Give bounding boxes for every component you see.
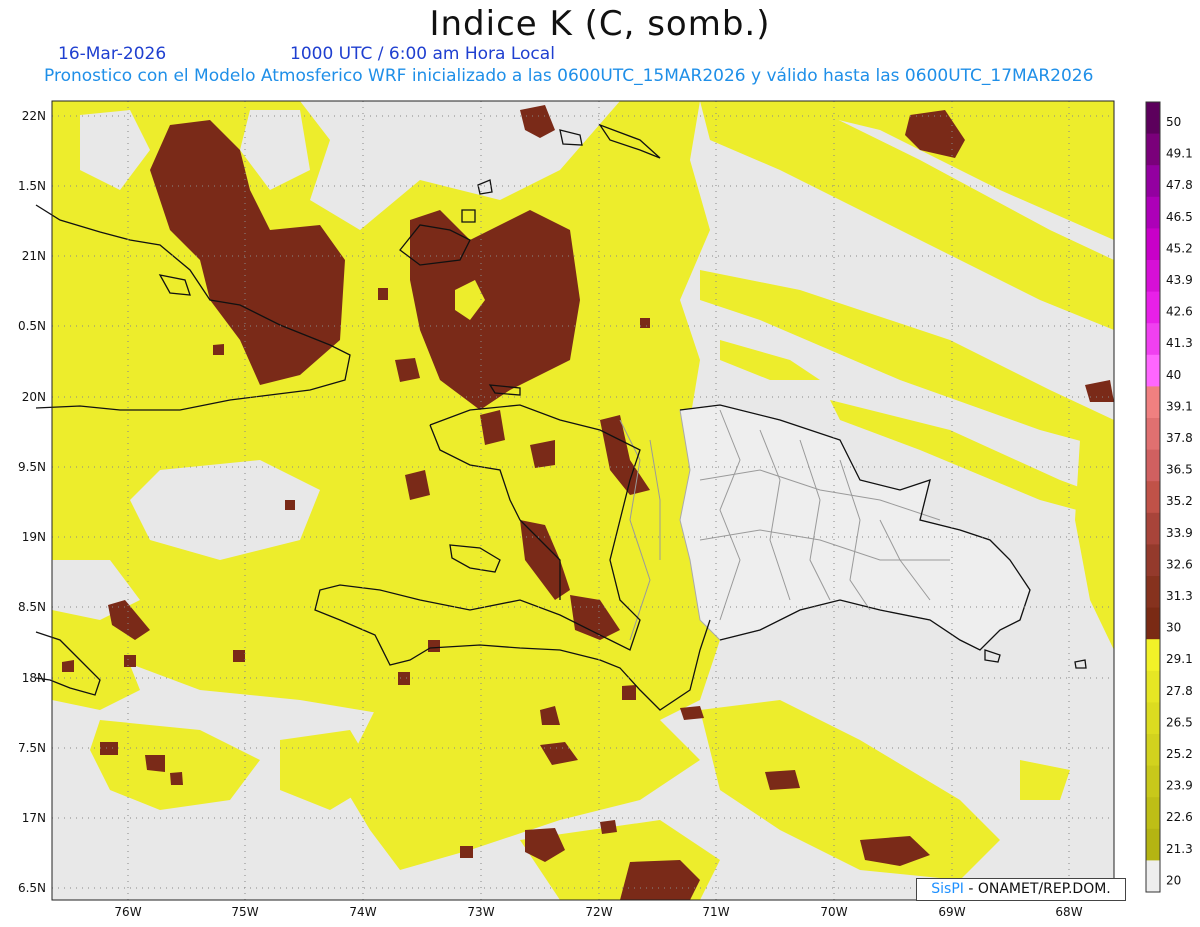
- high-k-core-w5: [233, 650, 245, 662]
- lon-label: 71W: [702, 905, 729, 919]
- legend-swatch: [1146, 102, 1160, 135]
- legend-label: 50: [1166, 115, 1181, 129]
- high-k-core-w6: [124, 655, 136, 667]
- high-k-core-w2: [145, 755, 165, 772]
- legend-label: 46.5: [1166, 210, 1193, 224]
- legend-label: 21.3: [1166, 842, 1193, 856]
- legend-label: 40: [1166, 368, 1181, 382]
- color-legend: 50 49.1 47.8 46.5 45.2 43.9 42.6 41.3 40 39.1 37.8…: [1145, 101, 1193, 893]
- high-k-core-s8: [460, 846, 473, 858]
- legend-label: 23.9: [1166, 779, 1193, 793]
- legend-swatch: [1146, 386, 1160, 419]
- legend-swatch: [1146, 354, 1160, 387]
- lat-label: 22N: [22, 109, 46, 123]
- legend-swatch: [1146, 670, 1160, 703]
- lat-label: 1.5N: [18, 179, 46, 193]
- legend-swatch: [1146, 860, 1160, 893]
- forecast-date: 16-Mar-2026: [58, 44, 167, 64]
- lat-label: 7.5N: [18, 741, 46, 755]
- longitude-labels: 76W 75W 74W 73W 72W 71W 70W 69W 68W: [114, 905, 1082, 919]
- lat-label: 21N: [22, 249, 46, 263]
- map-figure: 22N 1.5N 21N 0.5N 20N 9.5N 19N 8.5N 18N …: [18, 100, 1193, 919]
- lon-label: 72W: [585, 905, 612, 919]
- legend-swatch: [1146, 639, 1160, 672]
- high-k-core-s5: [600, 820, 617, 834]
- forecast-time: 1000 UTC / 6:00 am Hora Local: [290, 44, 555, 64]
- high-k-core-se3: [680, 706, 704, 720]
- legend-swatch: [1146, 828, 1160, 861]
- legend-swatch: [1146, 576, 1160, 609]
- forecast-description: Pronostico con el Modelo Atmosferico WRF…: [44, 66, 1094, 86]
- high-k-core-n2: [378, 288, 388, 300]
- high-k-core-w3: [100, 742, 118, 755]
- legend-label: 20: [1166, 873, 1181, 887]
- legend-label: 26.5: [1166, 715, 1193, 729]
- high-k-core-s7: [398, 672, 410, 685]
- lat-label: 18N: [22, 671, 46, 685]
- high-k-core-s9: [622, 685, 636, 700]
- legend-swatch: [1146, 544, 1160, 577]
- lat-label: 8.5N: [18, 600, 46, 614]
- legend-label: 31.3: [1166, 589, 1193, 603]
- latitude-labels: 22N 1.5N 21N 0.5N 20N 9.5N 19N 8.5N 18N …: [18, 109, 46, 895]
- lat-label: 6.5N: [18, 881, 46, 895]
- legend-swatch: [1146, 418, 1160, 451]
- legend-label: 25.2: [1166, 747, 1193, 761]
- legend-label: 45.2: [1166, 241, 1193, 255]
- lon-label: 75W: [231, 905, 258, 919]
- lat-label: 17N: [22, 811, 46, 825]
- lat-label: 0.5N: [18, 319, 46, 333]
- lon-label: 76W: [114, 905, 141, 919]
- legend-swatch: [1146, 607, 1160, 640]
- legend-label: 36.5: [1166, 463, 1193, 477]
- legend-swatch: [1146, 797, 1160, 830]
- legend-label: 43.9: [1166, 273, 1193, 287]
- legend-swatch: [1146, 702, 1160, 735]
- legend-label: 41.3: [1166, 336, 1193, 350]
- legend-label: 32.6: [1166, 557, 1193, 571]
- high-k-core-w7: [285, 500, 295, 510]
- legend-swatch: [1146, 765, 1160, 798]
- legend-swatch: [1146, 291, 1160, 324]
- high-k-core-n3: [213, 344, 224, 355]
- high-k-core-w8: [62, 660, 74, 672]
- legend-label: 27.8: [1166, 684, 1193, 698]
- legend-label: 37.8: [1166, 431, 1193, 445]
- legend-swatch: [1146, 449, 1160, 482]
- legend-swatch: [1146, 260, 1160, 293]
- lat-label: 19N: [22, 530, 46, 544]
- high-k-core-w4: [170, 772, 183, 785]
- lat-label: 20N: [22, 390, 46, 404]
- map-title: Indice K (C, somb.): [429, 4, 771, 44]
- lat-label: 9.5N: [18, 460, 46, 474]
- legend-swatch: [1146, 512, 1160, 545]
- high-k-core-se2: [765, 770, 800, 790]
- lon-label: 73W: [467, 905, 494, 919]
- legend-swatch: [1146, 323, 1160, 356]
- legend-label: 49.1: [1166, 147, 1193, 161]
- credit-text: - ONAMET/REP.DOM.: [968, 881, 1111, 897]
- legend-label: 35.2: [1166, 494, 1193, 508]
- legend-label: 33.9: [1166, 526, 1193, 540]
- legend-swatch: [1146, 228, 1160, 261]
- lon-label: 69W: [938, 905, 965, 919]
- legend-label: 30: [1166, 621, 1181, 635]
- legend-swatch: [1146, 481, 1160, 514]
- legend-swatch: [1146, 133, 1160, 166]
- high-k-core-s6: [428, 640, 440, 652]
- legend-swatch: [1146, 196, 1160, 229]
- legend-label: 22.6: [1166, 810, 1193, 824]
- credit-brand: SisPI: [931, 881, 964, 897]
- lon-label: 74W: [349, 905, 376, 919]
- high-k-core-n5: [640, 318, 650, 328]
- legend-label: 39.1: [1166, 399, 1193, 413]
- lon-label: 70W: [820, 905, 847, 919]
- credit-box: SisPI - ONAMET/REP.DOM.: [916, 878, 1126, 901]
- lon-label: 68W: [1055, 905, 1082, 919]
- legend-label: 42.6: [1166, 305, 1193, 319]
- legend-label: 47.8: [1166, 178, 1193, 192]
- legend-swatch: [1146, 734, 1160, 767]
- legend-label: 29.1: [1166, 652, 1193, 666]
- legend-swatch: [1146, 165, 1160, 198]
